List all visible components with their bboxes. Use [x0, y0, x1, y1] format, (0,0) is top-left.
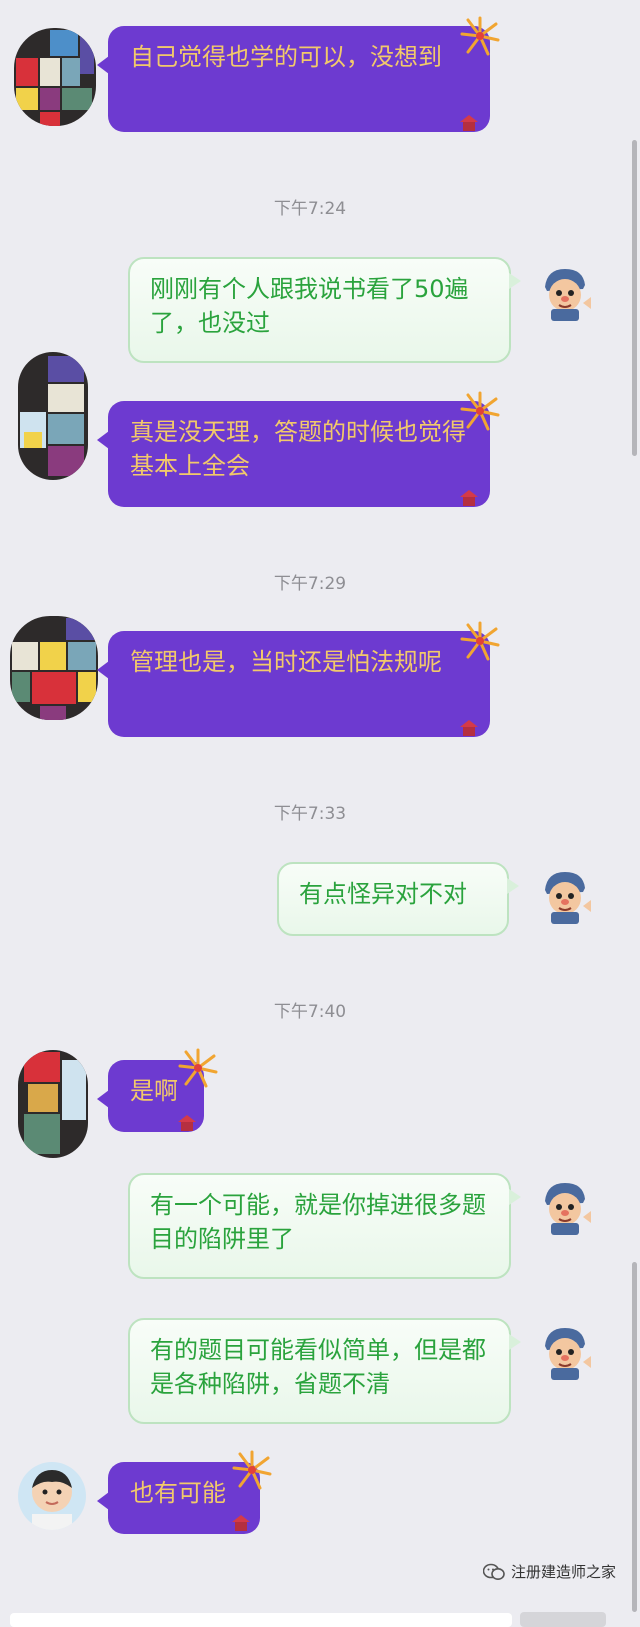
- self-avatar[interactable]: [535, 866, 595, 926]
- message-bubble-right[interactable]: 有一个可能，就是你掉进很多题目的陷阱里了: [128, 1173, 521, 1279]
- message-text: 有点怪异对不对: [299, 880, 467, 908]
- firework-icon: [460, 621, 500, 661]
- firework-icon: [460, 16, 500, 56]
- message-text: 也有可能: [130, 1479, 226, 1507]
- message-text: 管理也是，当时还是怕法规呢: [130, 648, 442, 676]
- contact-avatar[interactable]: [18, 352, 88, 480]
- message-text: 刚刚有个人跟我说书看了50遍了，也没过: [150, 275, 469, 337]
- house-icon: [178, 1115, 196, 1131]
- self-avatar[interactable]: [535, 1177, 595, 1237]
- watermark-text: 注册建造师之家: [510, 1563, 616, 1581]
- scrollbar-thumb[interactable]: [632, 140, 637, 456]
- firework-icon: [460, 391, 500, 431]
- contact-avatar[interactable]: [10, 616, 98, 720]
- timestamp: 下午7:33: [273, 804, 347, 824]
- message-text: 有的题目可能看似简单，但是都是各种陷阱，省题不清: [150, 1336, 486, 1398]
- message-bubble-right[interactable]: 有的题目可能看似简单，但是都是各种陷阱，省题不清: [128, 1318, 521, 1424]
- message-bubble-left[interactable]: 管理也是，当时还是怕法规呢: [97, 631, 490, 737]
- house-icon: [460, 490, 478, 506]
- contact-avatar[interactable]: [18, 1050, 88, 1158]
- timestamp: 下午7:24: [273, 199, 347, 219]
- contact-avatar[interactable]: [18, 1462, 86, 1530]
- self-avatar[interactable]: [535, 1322, 595, 1382]
- house-icon: [460, 720, 478, 736]
- scrollbar-thumb[interactable]: [632, 1262, 637, 1612]
- timestamp: 下午7:40: [273, 1002, 347, 1022]
- message-bubble-right[interactable]: 有点怪异对不对: [277, 862, 519, 936]
- message-bubble-right[interactable]: 刚刚有个人跟我说书看了50遍了，也没过: [128, 257, 521, 363]
- message-text: 真是没天理，答题的时候也觉得基本上全会: [130, 418, 466, 480]
- watermark: 注册建造师之家: [482, 1561, 616, 1582]
- timestamp: 下午7:29: [273, 574, 347, 594]
- firework-icon: [178, 1048, 218, 1088]
- house-icon: [232, 1515, 250, 1531]
- contact-avatar[interactable]: [14, 28, 96, 126]
- message-input[interactable]: [10, 1613, 512, 1627]
- send-button[interactable]: [520, 1612, 606, 1627]
- wechat-icon: [482, 1563, 505, 1580]
- firework-icon: [232, 1450, 272, 1490]
- message-text: 是啊: [130, 1077, 178, 1105]
- house-icon: [460, 115, 478, 131]
- message-text: 有一个可能，就是你掉进很多题目的陷阱里了: [150, 1191, 486, 1253]
- message-bubble-left[interactable]: 真是没天理，答题的时候也觉得基本上全会: [97, 401, 490, 507]
- message-bubble-left[interactable]: 自己觉得也学的可以，没想到: [97, 26, 490, 132]
- self-avatar[interactable]: [535, 263, 595, 323]
- message-text: 自己觉得也学的可以，没想到: [130, 43, 442, 71]
